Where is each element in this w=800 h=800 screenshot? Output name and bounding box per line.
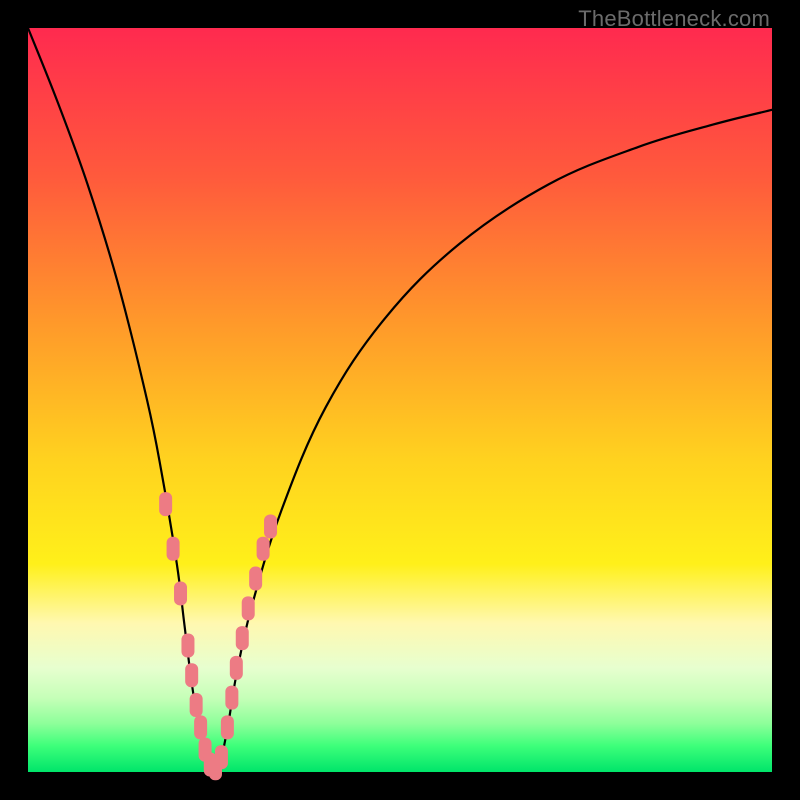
curve-layer [28,28,772,772]
plot-area [28,28,772,772]
watermark-text: TheBottleneck.com [578,6,770,32]
marker [242,596,255,620]
marker [181,634,194,658]
marker [159,492,172,516]
marker [174,581,187,605]
marker [257,537,270,561]
marker [264,514,277,538]
marker [215,745,228,769]
marker [249,567,262,591]
marker [225,686,238,710]
marker [236,626,249,650]
bottleneck-curve [28,28,772,772]
marker [230,656,243,680]
marker [190,693,203,717]
marker [221,715,234,739]
chart-frame: TheBottleneck.com [0,0,800,800]
highlighted-markers [159,492,277,780]
marker [167,537,180,561]
marker [194,715,207,739]
marker [185,663,198,687]
